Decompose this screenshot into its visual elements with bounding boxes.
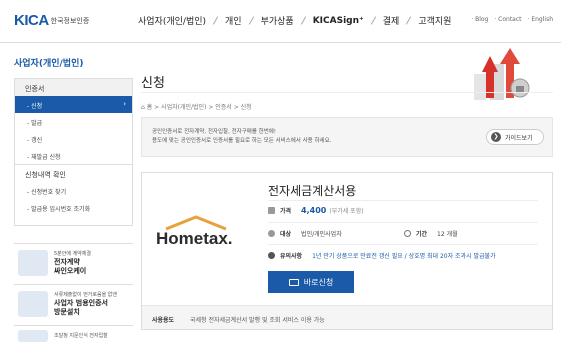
hometax-wordmark: Hometax. — [156, 229, 233, 248]
person-icon — [18, 290, 48, 317]
apply-button[interactable]: 바로신청 — [268, 271, 354, 293]
nav-personal[interactable]: 개인 — [225, 14, 242, 27]
guide-button-label: 가이드보기 — [505, 134, 533, 142]
promo-econtract-small: 5분안에 계약체결 — [54, 250, 91, 257]
info-box: 공인인증서로 전자계약, 전자입찰, 전자구매를 한번에! 용도에 맞는 공인인증… — [141, 117, 553, 157]
person-icon — [268, 230, 275, 237]
price-label: 가격 — [280, 208, 292, 215]
card-icon — [288, 278, 299, 286]
sidebar-section-history[interactable]: 신청내역 확인 — [15, 164, 132, 182]
page-title: 신청 — [141, 76, 165, 91]
main-nav: 사업자(개인/법인) 개인 부가상품 KICASign⁺ 결제 고객지원 — [138, 14, 451, 28]
sidebar-item-reissue[interactable]: - 재발급 신청 — [15, 147, 132, 164]
utility-links: · Blog · Contact · English — [471, 16, 553, 23]
blog-link[interactable]: · Blog — [471, 16, 488, 23]
nav-business[interactable]: 사업자(개인/법인) — [138, 14, 206, 27]
nav-addons[interactable]: 부가상품 — [261, 14, 294, 27]
promo-visit-small: 서류제출없이 번거로움을 없앤 — [54, 291, 117, 298]
promo-fingerprint-small: 조달청 지문인식 전자입찰 — [54, 332, 108, 339]
clock-icon — [404, 230, 411, 237]
usage-text: 국세청 전자세금계산서 발행 및 조회 서비스 이용 가능 — [190, 317, 325, 324]
sidebar-item-renew[interactable]: - 갱신 — [15, 130, 132, 147]
logo-mark: KICA — [14, 12, 49, 29]
promo-visit-subtitle: 방문설치 — [54, 307, 80, 316]
info-line-1: 공인인증서로 전자계약, 전자입찰, 전자구매를 한번에! — [152, 129, 277, 135]
sidebar-item-reset-temp[interactable]: - 발급용 임시번호 조기화 — [15, 199, 132, 216]
sidebar-title: 사업자(개인/법인) — [14, 59, 84, 69]
price-value: 4,400 — [301, 206, 327, 215]
promo-visit-title: 사업자 범용인증서 — [54, 298, 108, 307]
period-value: 12 개월 — [437, 231, 458, 238]
period-row: 기간 12 개월 — [404, 229, 458, 238]
laptop-icon — [18, 249, 48, 276]
sidebar-item-apply-label: - 신청 — [27, 103, 43, 110]
title-divider — [141, 92, 553, 93]
guide-button[interactable]: ❯ 가이드보기 — [486, 129, 544, 145]
certificate-illustration — [474, 48, 530, 100]
notice-row: 유의사항 1년 만기 상품으로 만료전 갱신 필요 / 상호명 최대 20자 조… — [268, 251, 496, 260]
usage-label: 사용용도 — [152, 317, 175, 324]
usage-footer: 사용용도 국세청 전자세금계산서 발행 및 조회 서비스 이용 가능 — [142, 305, 552, 329]
fingerprint-icon — [18, 329, 48, 342]
notice-label: 유의사항 — [280, 253, 303, 260]
sidebar-menu: 인증서 - 신청 › - 발급 - 갱신 - 재발급 신청 신청내역 확인 - … — [14, 78, 133, 226]
nav-support[interactable]: 고객지원 — [418, 14, 451, 27]
promo-econtract-title: 전자계약 — [54, 257, 80, 266]
english-link[interactable]: · English — [528, 16, 553, 23]
period-label: 기간 — [416, 231, 428, 238]
row-divider — [268, 222, 538, 223]
chevron-right-icon: › — [123, 100, 126, 108]
sidebar-item-issue[interactable]: - 발급 — [15, 113, 132, 130]
target-value: 법인/개인사업자 — [301, 231, 342, 238]
guide-icon: ❯ — [491, 132, 501, 142]
nav-payment[interactable]: 결제 — [383, 14, 400, 27]
row-divider — [268, 244, 538, 245]
notice-text: 1년 만기 상품으로 만료전 갱신 필요 / 상호명 최대 20자 조과시 발급… — [312, 253, 496, 260]
sidebar-item-apply[interactable]: - 신청 › — [15, 96, 132, 113]
sidebar-item-find-number[interactable]: - 신청번호 찾기 — [15, 182, 132, 199]
promo-fingerprint[interactable]: 조달청 지문인식 전자입찰 — [14, 325, 133, 345]
header-divider — [0, 42, 561, 43]
target-label: 대상 — [280, 231, 292, 238]
target-row: 대상 법인/개인사업자 — [268, 229, 342, 238]
product-name: 전자세금계산서용 — [268, 184, 357, 198]
info-line-2: 용도에 맞는 공인인증서로 인증서를 필요로 하는 모든 서비스에서 사용 하세… — [152, 138, 332, 144]
price-note: (부가세 포함) — [329, 208, 364, 215]
nav-kicasign[interactable]: KICASign⁺ — [313, 16, 364, 26]
price-icon — [268, 207, 275, 214]
price-row: 가격 4,400 (부가세 포함) — [268, 206, 364, 215]
promo-econtract-subtitle: 싸인오케이 — [54, 266, 87, 275]
promo-econtract[interactable]: 5분안에 계약체결 전자계약 싸인오케이 — [14, 243, 133, 281]
promo-visit-install[interactable]: 서류제출없이 번거로움을 없앤 사업자 범용인증서 방문설치 — [14, 284, 133, 322]
site-logo[interactable]: KICA 한국정보인증 — [14, 12, 89, 29]
apply-button-label: 바로신청 — [303, 277, 334, 287]
warning-icon — [268, 252, 275, 259]
contact-link[interactable]: · Contact — [494, 16, 521, 23]
logo-name: 한국정보인증 — [50, 16, 90, 25]
sidebar-section-certificate[interactable]: 인증서 — [15, 79, 132, 96]
product-divider — [268, 200, 538, 201]
breadcrumb: ⌂ 홈 > 사업자(개인/법인) > 인증서 > 신청 — [141, 104, 252, 111]
